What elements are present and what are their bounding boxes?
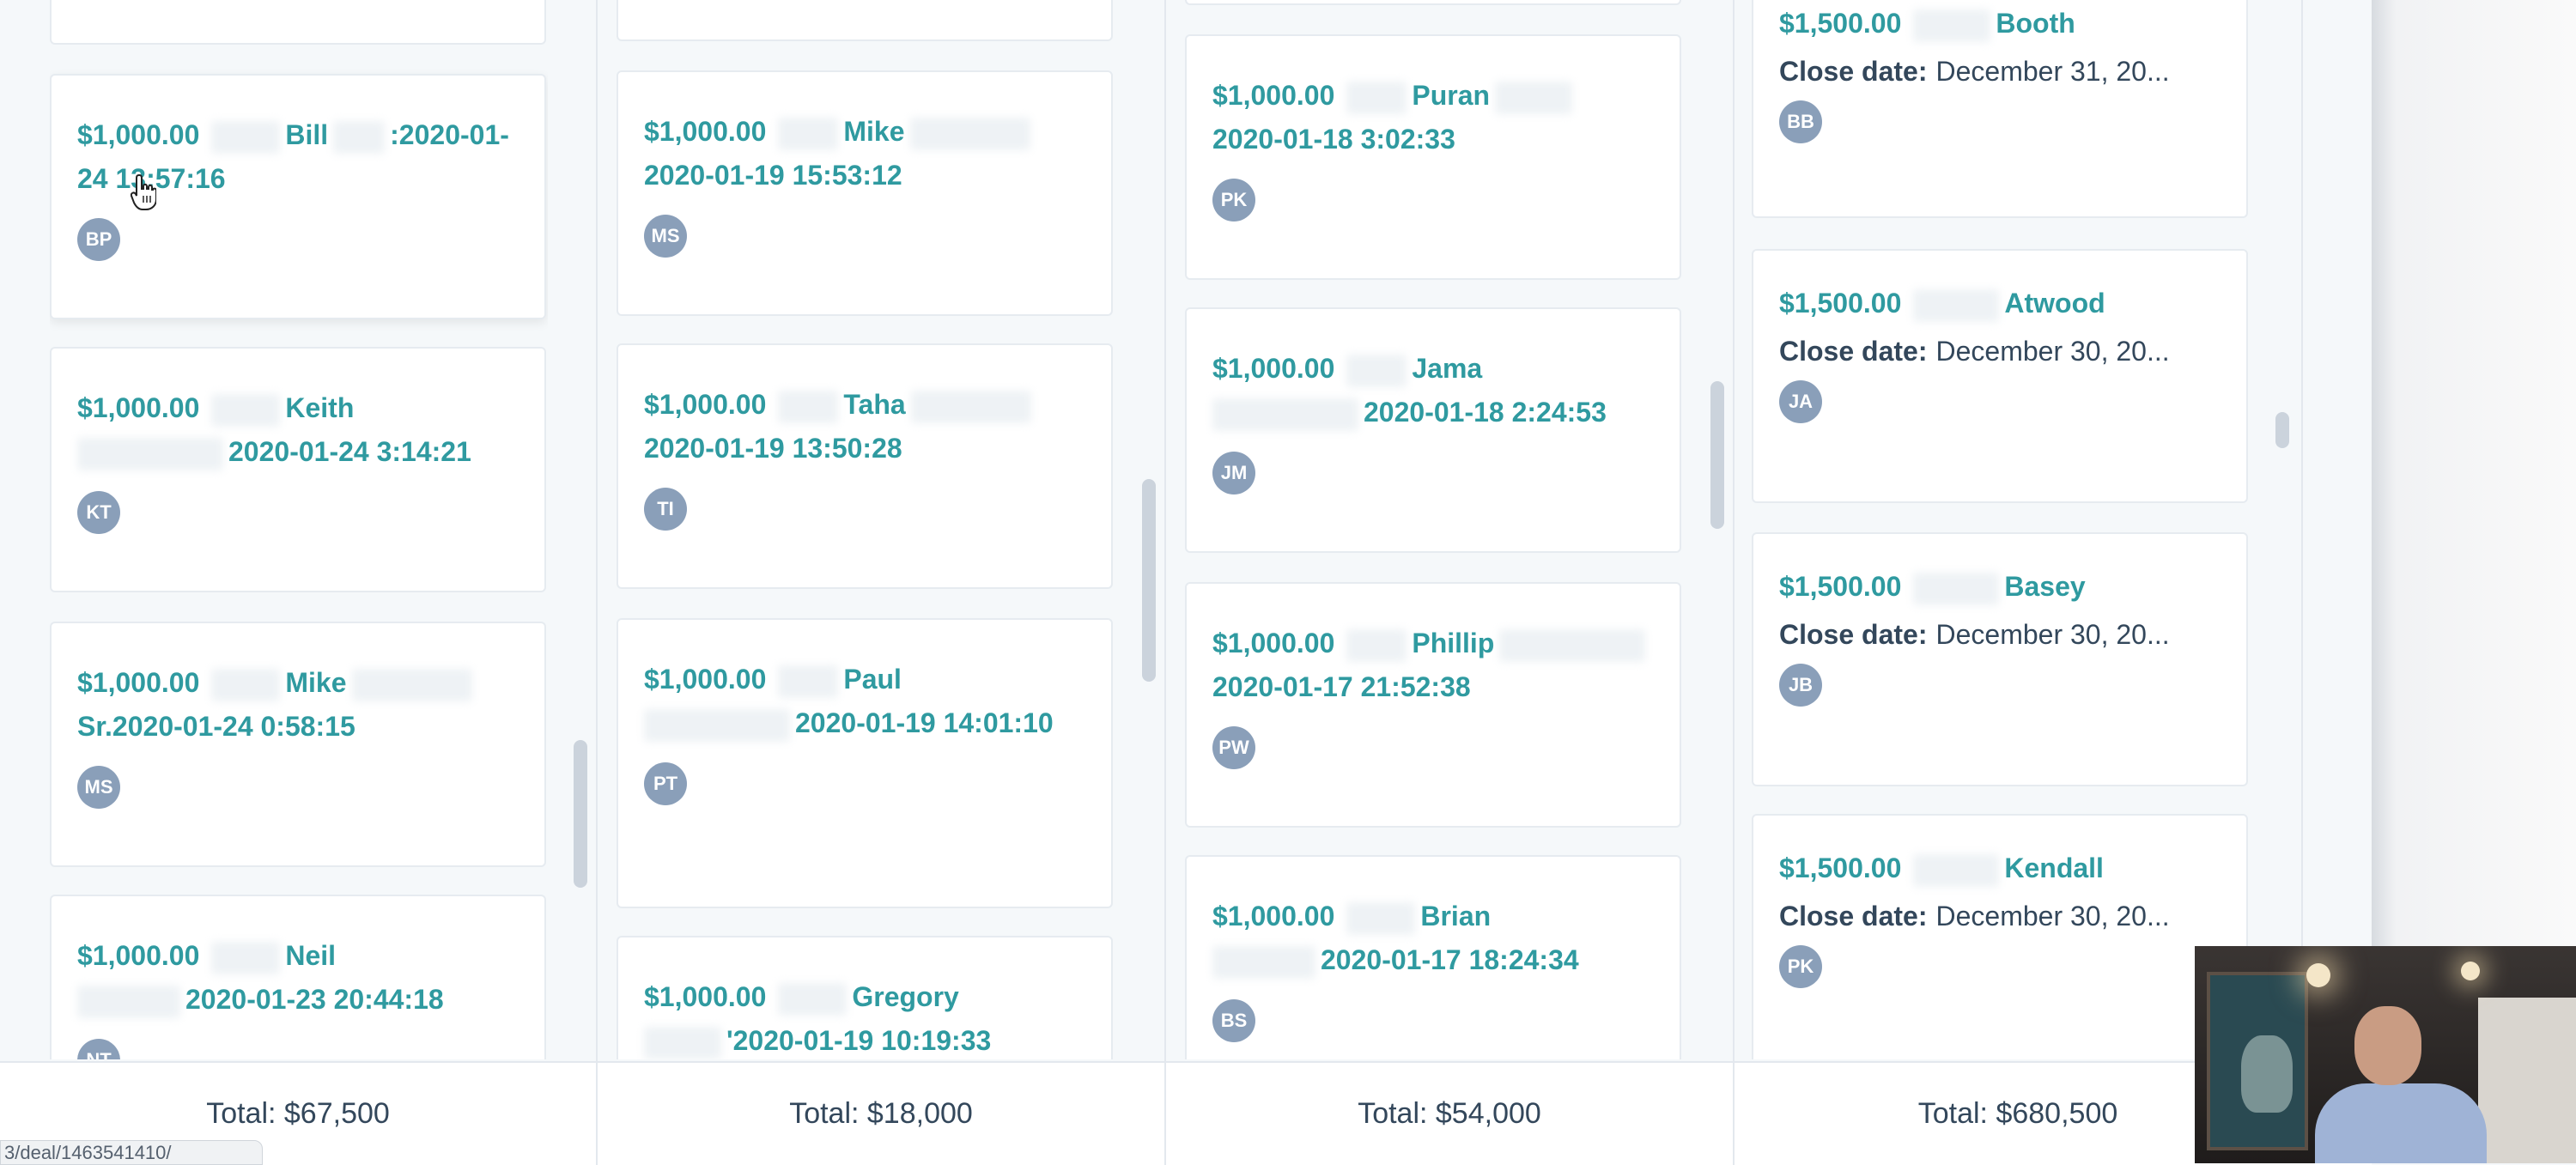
column-scrollbar[interactable] xyxy=(1142,479,1156,682)
owner-avatar[interactable]: BS xyxy=(1212,999,1255,1042)
totals-footer: Total: $67,500 Total: $18,000 Total: $54… xyxy=(0,1061,2372,1165)
close-date: Close date: December 31, 20... xyxy=(1779,56,2170,87)
deal-title-link[interactable]: $1,000.00 Paul 2020-01-19 14:01:10 xyxy=(644,658,1085,745)
deal-title-link[interactable]: $1,000.00 Gregory '2020-01-19 10:19:33 xyxy=(644,975,1085,1059)
owner-avatar[interactable]: JA xyxy=(1779,380,1822,423)
webcam-wall-art xyxy=(2207,972,2308,1150)
deal-title-link[interactable]: $1,000.00 Puran 2020-01-18 3:02:33 xyxy=(1212,74,1654,161)
status-url-bar: 3/deal/1463541410/ xyxy=(0,1140,263,1165)
deal-title-link[interactable]: $1,500.00 Basey xyxy=(1779,565,2221,609)
deal-card[interactable]: $1,000.00 Bill:2020-01-24 13:57:16 BP xyxy=(50,74,546,319)
owner-avatar[interactable]: TI xyxy=(644,488,687,531)
stage-column-3: $1,000.00 Puran 2020-01-18 3:02:33 PK $1,0… xyxy=(1185,0,1683,1059)
column-scrollbar[interactable] xyxy=(2275,412,2289,448)
owner-avatar[interactable]: MS xyxy=(644,215,687,258)
deal-title-link[interactable]: $1,500.00 Kendall xyxy=(1779,846,2221,890)
deal-card[interactable]: $1,000.00 Phillip 2020-01-17 21:52:38 PW xyxy=(1185,582,1681,828)
deal-card-top-partial[interactable] xyxy=(617,0,1113,41)
hand-cursor-icon xyxy=(131,173,156,210)
column-scrollbar[interactable] xyxy=(1710,381,1724,529)
deal-card[interactable]: $1,000.00 Keith 2020-01-24 3:14:21 KT xyxy=(50,347,546,592)
deal-card[interactable]: $1,000.00 Puran 2020-01-18 3:02:33 PK xyxy=(1185,34,1681,280)
close-date: Close date: December 30, 20... xyxy=(1779,336,2170,367)
deal-card[interactable]: $1,000.00 Mike 2020-01-19 15:53:12 MS xyxy=(617,70,1113,316)
deal-title-link[interactable]: $1,000.00 Taha 2020-01-19 13:50:28 xyxy=(644,383,1085,470)
deal-title-link[interactable]: $1,000.00 Keith 2020-01-24 3:14:21 xyxy=(77,386,519,474)
deals-board: $1,000.00 Bill:2020-01-24 13:57:16 BP $1,… xyxy=(0,0,2372,1165)
deal-card-top-partial[interactable] xyxy=(1185,0,1681,5)
deal-card[interactable]: $1,500.00 Atwood Close date: December 30, … xyxy=(1752,249,2248,503)
owner-avatar[interactable]: PW xyxy=(1212,726,1255,769)
owner-avatar[interactable]: PT xyxy=(644,762,687,805)
owner-avatar[interactable]: MS xyxy=(77,766,120,809)
deal-card[interactable]: $1,000.00 Taha 2020-01-19 13:50:28 TI xyxy=(617,343,1113,589)
deal-title-link[interactable]: $1,000.00 Neil 2020-01-23 20:44:18 xyxy=(77,934,519,1022)
presenter-head xyxy=(2354,1006,2421,1085)
stage-column-4: $1,500.00 Booth Close date: December 31, 2… xyxy=(1752,0,2250,1059)
deal-title-link[interactable]: $1,000.00 Mike 2020-01-19 15:53:12 xyxy=(644,110,1085,197)
deal-card[interactable]: $1,000.00 Paul 2020-01-19 14:01:10 PT xyxy=(617,618,1113,908)
deal-card[interactable]: $1,000.00Neil2020-01-23 20:44:18 NT xyxy=(50,895,546,1059)
webcam-overlay xyxy=(2195,946,2576,1163)
deal-title-link[interactable]: $1,000.00 Mike Sr.2020-01-24 0:58:15 xyxy=(77,661,519,749)
deal-title-link[interactable]: $1,000.00 Phillip 2020-01-17 21:52:38 xyxy=(1212,622,1654,709)
owner-avatar[interactable]: NT xyxy=(77,1039,120,1059)
deal-title-link[interactable]: $1,500.00 Booth xyxy=(1779,2,2221,46)
owner-avatar[interactable]: JB xyxy=(1779,664,1822,707)
close-date: Close date: December 30, 20... xyxy=(1779,619,2170,650)
deal-title-link[interactable]: $1,000.00 Brian 2020-01-17 18:24:34 xyxy=(1212,895,1654,982)
column-scrollbar[interactable] xyxy=(574,740,587,888)
presenter-body xyxy=(2315,1083,2487,1163)
deal-card[interactable]: $1,500.00 Kendall Close date: December 30,… xyxy=(1752,814,2248,1059)
owner-avatar[interactable]: BB xyxy=(1779,100,1822,143)
deal-card[interactable]: $1,500.00 Basey Close date: December 30, 2… xyxy=(1752,532,2248,786)
column-total: Total: $18,000 xyxy=(789,1097,973,1130)
octopus-art xyxy=(2241,1035,2293,1113)
deal-card[interactable]: $1,000.00 Jama 2020-01-18 2:24:53 JM xyxy=(1185,307,1681,553)
column-divider xyxy=(596,0,598,1163)
owner-avatar[interactable]: KT xyxy=(77,491,120,534)
column-total: Total: $54,000 xyxy=(1358,1097,1541,1130)
owner-avatar[interactable]: BP xyxy=(77,218,120,261)
close-date: Close date: December 30, 20... xyxy=(1779,901,2170,931)
deal-title-link[interactable]: $1,500.00 Atwood xyxy=(1779,282,2221,325)
column-divider xyxy=(1164,0,1166,1163)
owner-avatar[interactable]: PK xyxy=(1212,179,1255,221)
webcam-light xyxy=(2306,963,2330,987)
deal-card[interactable]: $1,000.00 Mike Sr.2020-01-24 0:58:15 MS xyxy=(50,622,546,867)
stage-column-1: $1,000.00 Bill:2020-01-24 13:57:16 BP $1,… xyxy=(50,0,548,1059)
webcam-light xyxy=(2461,962,2480,980)
deal-card[interactable]: $1,000.00Gregory'2020-01-19 10:19:33 GT xyxy=(617,936,1113,1059)
deal-title-link[interactable]: $1,000.00 Jama 2020-01-18 2:24:53 xyxy=(1212,347,1654,434)
column-divider xyxy=(1733,0,1735,1163)
deal-card[interactable]: $1,500.00 Booth Close date: December 31, 2… xyxy=(1752,0,2248,218)
owner-avatar[interactable]: JM xyxy=(1212,452,1255,495)
owner-avatar[interactable]: PK xyxy=(1779,945,1822,988)
deal-card[interactable]: $1,000.00 Brian 2020-01-17 18:24:34 BS xyxy=(1185,855,1681,1059)
deal-card-top-partial[interactable] xyxy=(50,0,546,45)
stage-column-2: $1,000.00 Mike 2020-01-19 15:53:12 MS $1,0… xyxy=(617,0,1115,1059)
webcam-wall xyxy=(2478,998,2576,1163)
